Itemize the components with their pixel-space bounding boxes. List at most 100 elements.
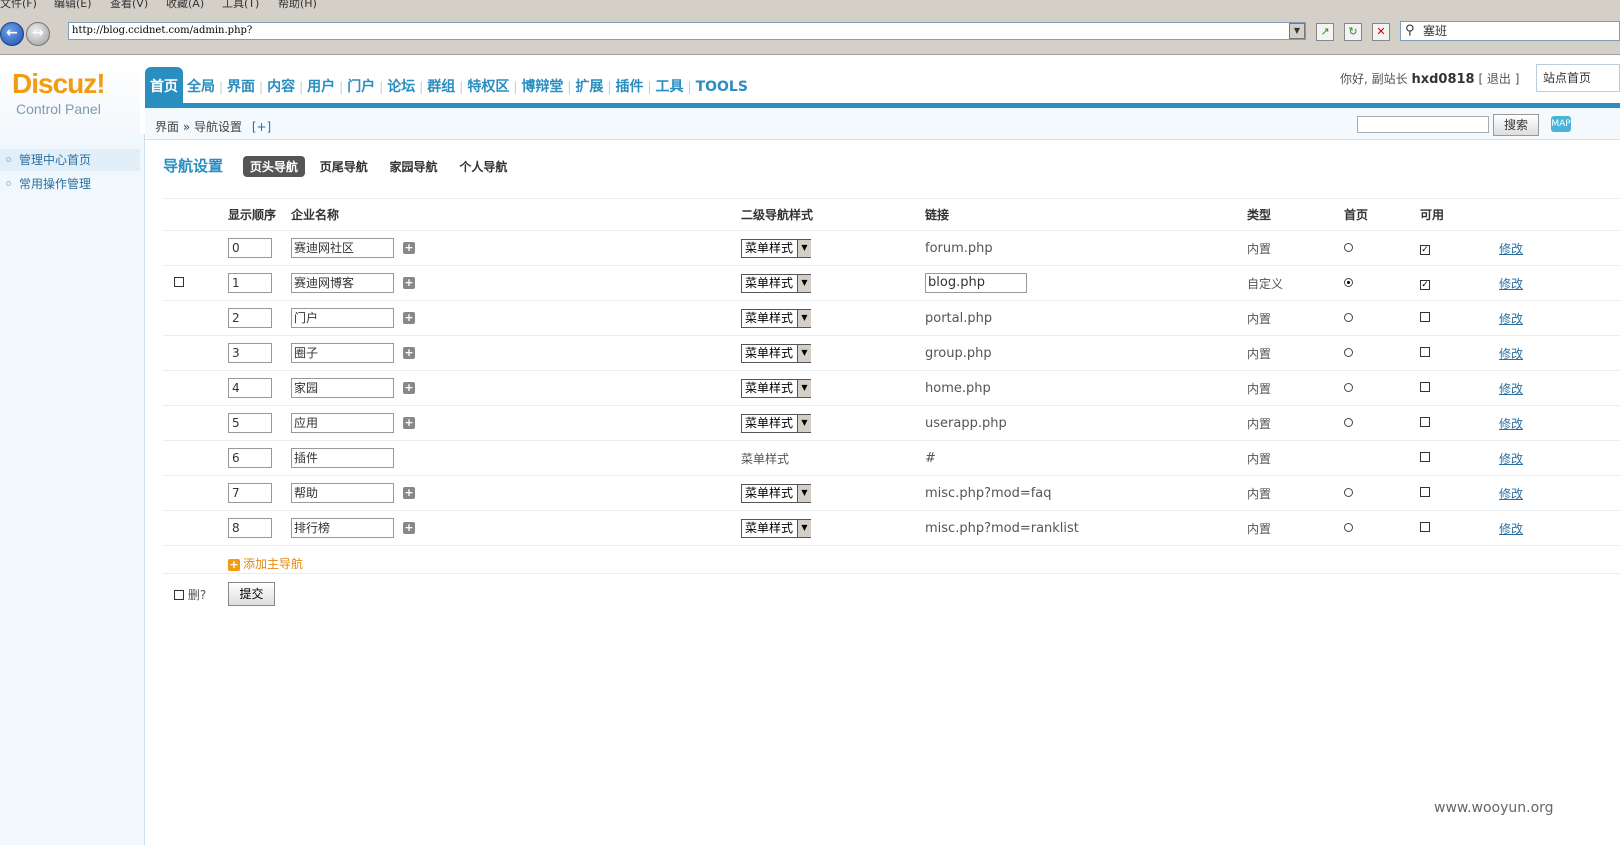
- order-input[interactable]: 1: [228, 273, 272, 293]
- home-radio[interactable]: [1344, 278, 1353, 287]
- name-input[interactable]: 赛迪网博客: [291, 273, 394, 293]
- menu-help[interactable]: 帮助(H): [278, 0, 317, 9]
- add-subnav-icon[interactable]: +: [403, 312, 415, 324]
- delete-checkbox[interactable]: [174, 277, 184, 287]
- enabled-checkbox[interactable]: [1420, 382, 1430, 392]
- enabled-checkbox[interactable]: [1420, 312, 1430, 322]
- home-radio[interactable]: [1344, 348, 1353, 357]
- edit-link[interactable]: 修改: [1499, 277, 1523, 291]
- browser-search-input[interactable]: ⚲ 塞班: [1400, 21, 1620, 41]
- name-input[interactable]: 门户: [291, 308, 394, 328]
- order-input[interactable]: 7: [228, 483, 272, 503]
- nav-plugin[interactable]: 插件: [611, 67, 647, 105]
- refresh-icon[interactable]: ↻: [1344, 23, 1362, 41]
- logout-link[interactable]: [ 退出 ]: [1478, 72, 1519, 86]
- menu-edit[interactable]: 编辑(E): [54, 0, 92, 9]
- tab-header-nav[interactable]: 页头导航: [242, 156, 305, 177]
- admin-search-input[interactable]: [1357, 116, 1489, 133]
- stop-icon[interactable]: ✕: [1372, 23, 1390, 41]
- enabled-checkbox[interactable]: [1420, 347, 1430, 357]
- order-input[interactable]: 5: [228, 413, 272, 433]
- address-bar[interactable]: http://blog.ccidnet.com/admin.php?: [68, 22, 1306, 40]
- menu-favorites[interactable]: 收藏(A): [166, 0, 204, 9]
- edit-link[interactable]: 修改: [1499, 242, 1523, 256]
- home-radio[interactable]: [1344, 243, 1353, 252]
- add-subnav-icon[interactable]: +: [403, 277, 415, 289]
- sidebar-item-admin-home[interactable]: 管理中心首页: [0, 149, 140, 171]
- style-select[interactable]: 菜单样式 ▼: [741, 413, 811, 433]
- sidebar-item-common-ops[interactable]: 常用操作管理: [0, 173, 140, 195]
- nav-debate[interactable]: 博辩堂: [517, 67, 567, 105]
- name-input[interactable]: 家园: [291, 378, 394, 398]
- add-subnav-icon[interactable]: +: [403, 487, 415, 499]
- home-radio[interactable]: [1344, 383, 1353, 392]
- home-radio[interactable]: [1344, 313, 1353, 322]
- nav-extend[interactable]: 扩展: [571, 67, 607, 105]
- home-radio[interactable]: [1344, 488, 1353, 497]
- nav-group[interactable]: 群组: [423, 67, 459, 105]
- nav-forum[interactable]: 论坛: [383, 67, 419, 105]
- nav-home[interactable]: 首页: [145, 67, 183, 105]
- nav-privilege[interactable]: 特权区: [463, 67, 513, 105]
- nav-content[interactable]: 内容: [263, 67, 299, 105]
- enabled-checkbox[interactable]: ✓: [1420, 245, 1430, 255]
- name-input[interactable]: 排行榜: [291, 518, 394, 538]
- add-subnav-icon[interactable]: +: [403, 347, 415, 359]
- tab-personal-nav[interactable]: 个人导航: [452, 156, 514, 177]
- add-subnav-icon[interactable]: +: [403, 382, 415, 394]
- nav-global[interactable]: 全局: [183, 67, 219, 105]
- enabled-checkbox[interactable]: [1420, 487, 1430, 497]
- logo[interactable]: Discuz! Control Panel: [0, 56, 140, 134]
- style-select[interactable]: 菜单样式 ▼: [741, 378, 811, 398]
- enabled-checkbox[interactable]: [1420, 522, 1430, 532]
- tab-home-nav[interactable]: 家园导航: [383, 156, 445, 177]
- name-input[interactable]: 帮助: [291, 483, 394, 503]
- add-subnav-icon[interactable]: +: [403, 522, 415, 534]
- nav-tools[interactable]: 工具: [652, 67, 688, 105]
- order-input[interactable]: 3: [228, 343, 272, 363]
- nav-tools-en[interactable]: TOOLS: [692, 67, 752, 105]
- menu-tools[interactable]: 工具(T): [222, 0, 259, 9]
- breadcrumb-add-link[interactable]: [+]: [252, 120, 271, 134]
- site-home-button[interactable]: 站点首页: [1536, 64, 1620, 92]
- edit-link[interactable]: 修改: [1499, 452, 1523, 466]
- forward-button[interactable]: →: [26, 22, 50, 46]
- order-input[interactable]: 8: [228, 518, 272, 538]
- address-dropdown-icon[interactable]: ▼: [1289, 23, 1305, 39]
- name-input[interactable]: 插件: [291, 448, 394, 468]
- name-input[interactable]: 圈子: [291, 343, 394, 363]
- order-input[interactable]: 4: [228, 378, 272, 398]
- style-select[interactable]: 菜单样式 ▼: [741, 518, 811, 538]
- submit-button[interactable]: 提交: [228, 582, 275, 606]
- add-main-nav-link[interactable]: + 添加主导航: [228, 557, 303, 571]
- map-button[interactable]: MAP: [1551, 116, 1571, 132]
- menu-view[interactable]: 查看(V): [110, 0, 148, 9]
- delete-all-checkbox[interactable]: [174, 590, 184, 600]
- style-select[interactable]: 菜单样式 ▼: [741, 308, 811, 328]
- edit-link[interactable]: 修改: [1499, 312, 1523, 326]
- style-select[interactable]: 菜单样式 ▼: [741, 238, 811, 258]
- edit-link[interactable]: 修改: [1499, 487, 1523, 501]
- link-input[interactable]: blog.php: [925, 273, 1027, 293]
- home-radio[interactable]: [1344, 418, 1353, 427]
- menu-file[interactable]: 文件(F): [0, 0, 37, 9]
- order-input[interactable]: 0: [228, 238, 272, 258]
- enabled-checkbox[interactable]: [1420, 452, 1430, 462]
- home-radio[interactable]: [1344, 523, 1353, 532]
- admin-search-button[interactable]: 搜索: [1493, 114, 1539, 136]
- tab-footer-nav[interactable]: 页尾导航: [313, 156, 375, 177]
- edit-link[interactable]: 修改: [1499, 382, 1523, 396]
- edit-link[interactable]: 修改: [1499, 522, 1523, 536]
- enabled-checkbox[interactable]: ✓: [1420, 280, 1430, 290]
- add-subnav-icon[interactable]: +: [403, 417, 415, 429]
- enabled-checkbox[interactable]: [1420, 417, 1430, 427]
- order-input[interactable]: 6: [228, 448, 272, 468]
- nav-interface[interactable]: 界面: [223, 67, 259, 105]
- edit-link[interactable]: 修改: [1499, 417, 1523, 431]
- name-input[interactable]: 应用: [291, 413, 394, 433]
- nav-user[interactable]: 用户: [303, 67, 339, 105]
- add-subnav-icon[interactable]: +: [403, 242, 415, 254]
- order-input[interactable]: 2: [228, 308, 272, 328]
- nav-portal[interactable]: 门户: [343, 67, 379, 105]
- style-select[interactable]: 菜单样式 ▼: [741, 483, 811, 503]
